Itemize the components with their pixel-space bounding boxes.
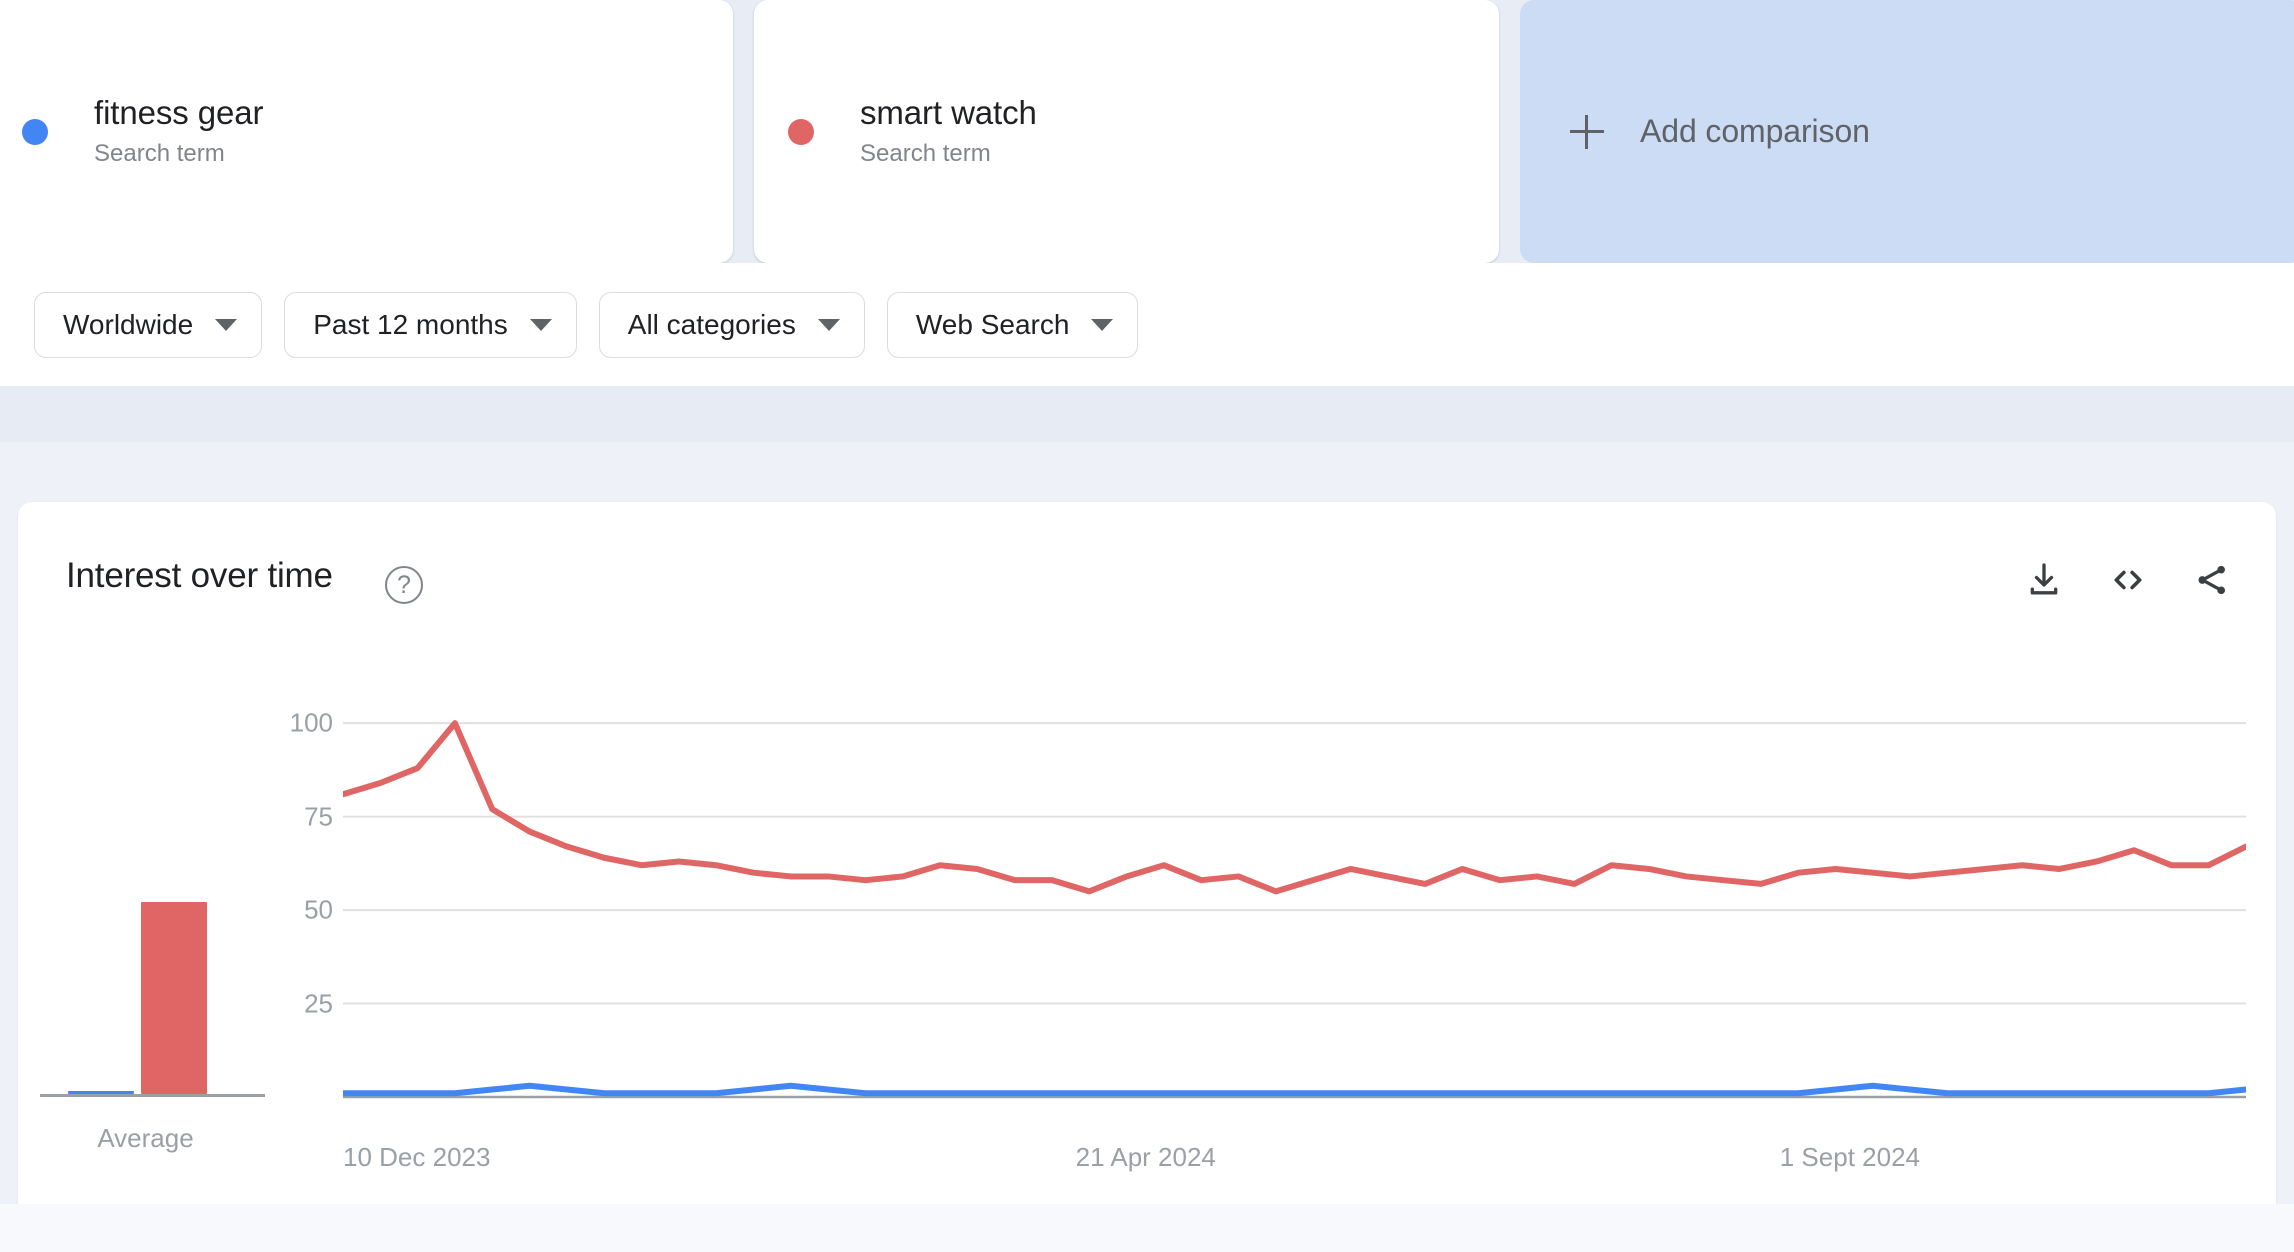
average-axis-label: Average — [97, 1123, 194, 1153]
page-footer-band — [0, 1204, 2294, 1252]
y-tick-100: 100 — [289, 707, 333, 738]
search-term-title-1: fitness gear — [94, 93, 264, 131]
comparison-cards-row: fitness gear Search term smart watch Sea… — [0, 0, 2294, 263]
y-tick-25: 25 — [304, 988, 333, 1019]
background-band-lower — [0, 442, 2294, 502]
chevron-down-icon — [529, 318, 552, 331]
embed-code-icon[interactable] — [2106, 558, 2150, 602]
help-icon[interactable]: ? — [385, 566, 423, 604]
y-axis-tick-labels: 25 50 75 100 — [263, 652, 333, 1212]
filter-category-dropdown[interactable]: All categories — [598, 291, 865, 358]
chart-plot-area: Average 25 50 75 100 10 Dec 2023 21 Apr 2024… — [18, 652, 2276, 1212]
average-bar-smart-watch — [141, 901, 207, 1094]
background-band-upper — [0, 386, 2294, 442]
search-term-title-2: smart watch — [860, 93, 1037, 131]
search-term-card-2[interactable]: smart watch Search term — [754, 0, 1499, 263]
series-color-dot-smart-watch — [788, 118, 814, 145]
add-comparison-button[interactable]: Add comparison — [1520, 0, 2294, 263]
filter-searchtype-dropdown[interactable]: Web Search — [886, 291, 1139, 358]
add-comparison-label: Add comparison — [1640, 113, 1870, 149]
series-line-smart-watch — [343, 723, 2246, 891]
plus-icon — [1570, 114, 1604, 149]
series-color-dot-fitness-gear — [22, 118, 48, 145]
filter-location-dropdown[interactable]: Worldwide — [34, 291, 263, 358]
line-chart-svg-holder — [343, 652, 2246, 1212]
x-tick-label: 1 Sept 2024 — [1779, 1142, 1920, 1172]
search-term-card-1[interactable]: fitness gear Search term — [0, 0, 733, 263]
download-icon[interactable] — [2022, 558, 2066, 602]
time-series-chart: 25 50 75 100 10 Dec 2023 21 Apr 2024 1 Sept 2… — [263, 652, 2276, 1212]
y-tick-50: 50 — [304, 894, 333, 925]
search-term-subtitle-1: Search term — [94, 139, 225, 167]
series-line-fitness-gear — [343, 1086, 2246, 1093]
line-chart-svg — [343, 652, 2246, 1212]
google-trends-page: fitness gear Search term smart watch Sea… — [0, 0, 2294, 1252]
x-tick-label: 10 Dec 2023 — [343, 1142, 491, 1172]
filter-location-label: Worldwide — [63, 308, 194, 340]
average-bar-chart: Average — [28, 652, 265, 1212]
chart-action-buttons — [2022, 558, 2234, 602]
chevron-down-icon — [1091, 318, 1114, 331]
filter-bar: Worldwide Past 12 months All categories … — [0, 263, 2294, 386]
x-axis-tick-labels: 10 Dec 2023 21 Apr 2024 1 Sept 2024 — [343, 1142, 2246, 1182]
filter-timerange-dropdown[interactable]: Past 12 months — [284, 291, 577, 358]
x-tick-label: 21 Apr 2024 — [1075, 1142, 1216, 1172]
interest-over-time-card: Interest over time Average 25 50 75 100 … — [18, 502, 2276, 1212]
average-baseline — [40, 1094, 265, 1097]
filter-timerange-label: Past 12 months — [313, 308, 508, 340]
y-tick-75: 75 — [304, 801, 333, 832]
chevron-down-icon — [215, 318, 238, 331]
search-term-subtitle-2: Search term — [860, 139, 991, 167]
share-icon[interactable] — [2190, 558, 2234, 602]
filter-category-label: All categories — [627, 308, 796, 340]
page-title: Interest over time — [66, 556, 333, 595]
chevron-down-icon — [817, 318, 840, 331]
filter-searchtype-label: Web Search — [915, 308, 1070, 340]
